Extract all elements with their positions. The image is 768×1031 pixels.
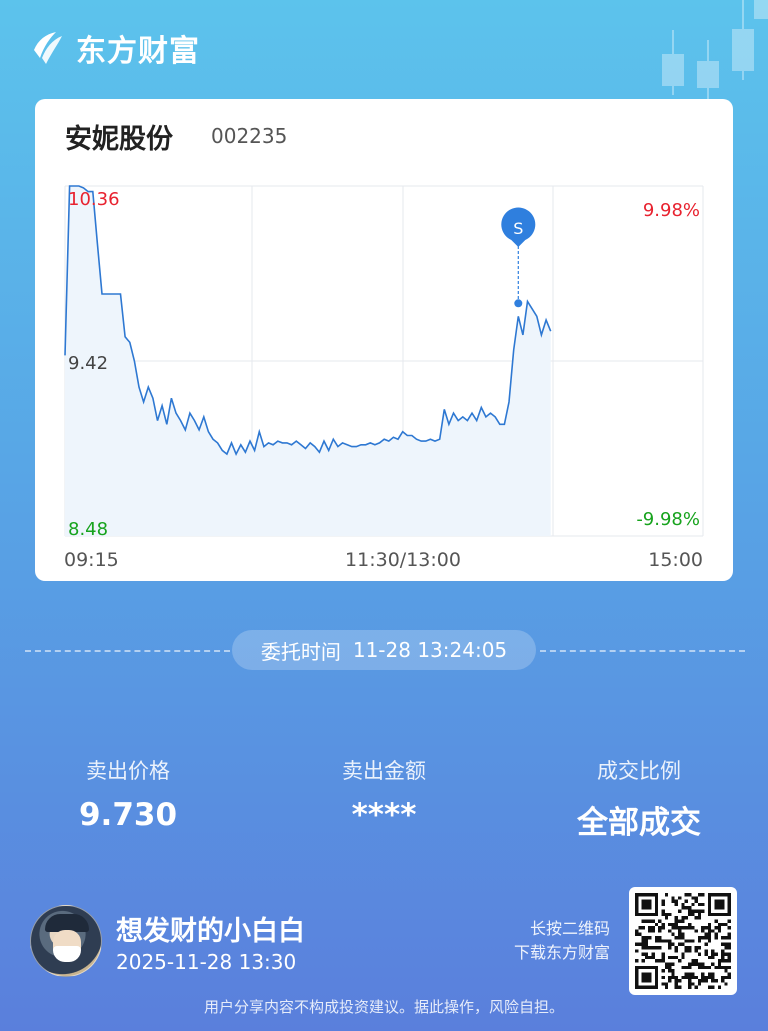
qr-hint-line1: 长按二维码 xyxy=(529,919,610,938)
order-time-pill: 委托时间 11-28 13:24:05 xyxy=(232,630,536,670)
stat-label: 成交比例 xyxy=(597,759,681,783)
stat-label: 卖出金额 xyxy=(342,759,426,783)
qr-hint: 长按二维码 下载东方财富 xyxy=(514,917,610,965)
y-label-low: 8.48 xyxy=(68,519,108,540)
stat-value: **** xyxy=(351,797,417,833)
y-label-mid: 9.42 xyxy=(68,353,108,374)
stat-value: 9.730 xyxy=(78,797,178,833)
x-tick-close: 15:00 xyxy=(648,549,703,571)
avatar-mask xyxy=(53,946,81,962)
brand-header: 东方财富 xyxy=(28,28,200,69)
order-time-value: 11-28 13:24:05 xyxy=(352,638,508,662)
disclaimer: 用户分享内容不构成投资建议。据此操作，风险自担。 xyxy=(203,998,564,1016)
trade-stats: 卖出价格 9.730 卖出金额 **** 成交比例 全部成交 xyxy=(0,755,768,841)
share-time: 2025-11-28 13:30 xyxy=(116,950,297,974)
eastmoney-logo-icon xyxy=(34,32,62,64)
stat-fill-ratio: 成交比例 全部成交 xyxy=(539,755,739,842)
intraday-chart: S 10.36 9.42 8.48 9.98% -9.98% 09:15 11:… xyxy=(64,185,704,571)
dashed-divider-left xyxy=(25,650,230,652)
sell-marker-label: S xyxy=(513,219,523,238)
x-tick-open: 09:15 xyxy=(64,549,119,571)
qr-hint-line2: 下载东方财富 xyxy=(513,943,610,962)
user-name: 想发财的小白白 xyxy=(116,916,305,947)
sell-marker-dot xyxy=(514,299,523,308)
decorative-candlesticks xyxy=(662,0,768,100)
stat-label: 卖出价格 xyxy=(86,759,170,783)
stat-sell-price: 卖出价格 9.730 xyxy=(28,755,228,833)
dashed-divider-right xyxy=(540,650,745,652)
stat-value: 全部成交 xyxy=(577,805,701,841)
y-label-high: 10.36 xyxy=(68,189,120,210)
pct-label-high: 9.98% xyxy=(643,200,700,221)
brand-name: 东方财富 xyxy=(76,34,200,69)
sell-marker: S xyxy=(501,207,536,308)
qr-code-icon xyxy=(635,893,731,989)
order-time-row: 委托时间 11-28 13:24:05 xyxy=(0,630,768,672)
qr-code[interactable] xyxy=(629,887,737,995)
pct-label-low: -9.98% xyxy=(636,509,700,530)
order-time-label: 委托时间 xyxy=(260,639,341,664)
x-tick-midday: 11:30/13:00 xyxy=(345,549,461,571)
stat-sell-amount: 卖出金额 **** xyxy=(284,755,484,833)
avatar[interactable] xyxy=(30,905,102,977)
stock-chart-card: 安妮股份 002235 S 10.36 9.42 8.48 9.98% -9.9… xyxy=(35,99,733,581)
